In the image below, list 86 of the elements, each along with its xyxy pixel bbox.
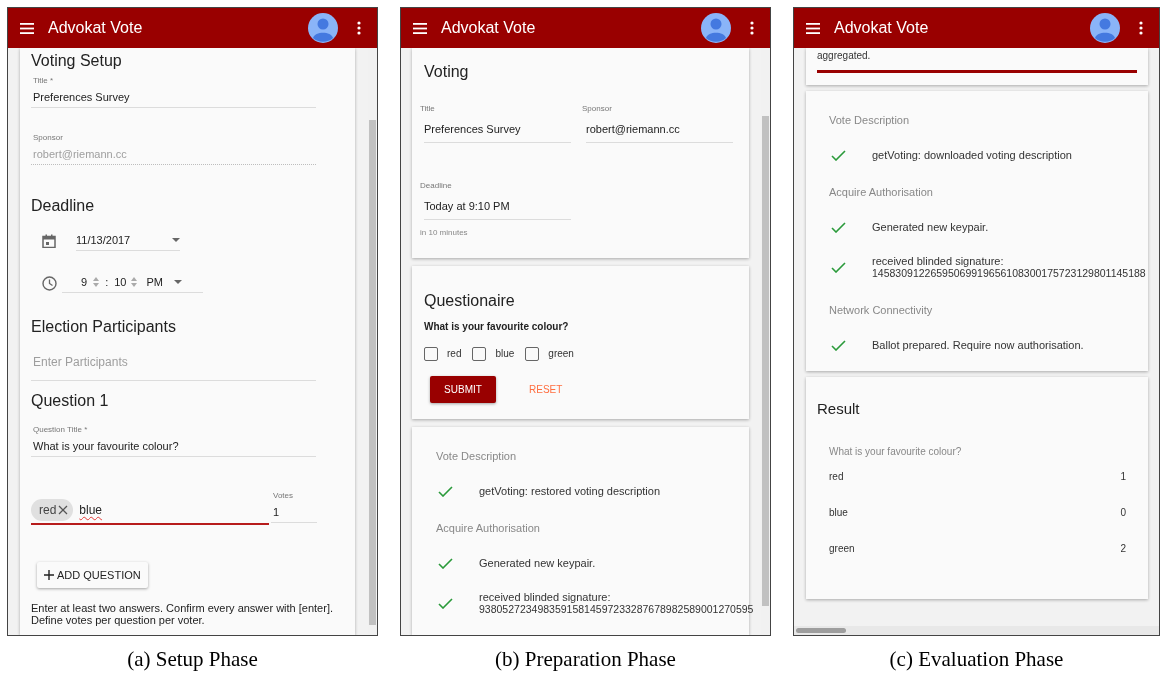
section-heading: Questionaire <box>424 291 516 311</box>
section-label: Acquire Authorisation <box>829 185 934 199</box>
answer-label: blue <box>829 506 848 519</box>
minute-field[interactable]: 10 <box>114 275 127 289</box>
answer-text: blue <box>79 502 103 519</box>
calendar-icon <box>42 234 56 248</box>
checkbox[interactable] <box>424 346 438 361</box>
vote-count: 0 <box>1120 506 1126 519</box>
section-label: Network Connectivity <box>829 303 934 317</box>
more-options-icon[interactable] <box>1139 21 1143 35</box>
figure-caption: (c) Evaluation Phase <box>889 646 1064 672</box>
more-options-icon[interactable] <box>750 21 754 35</box>
menu-icon[interactable] <box>806 22 820 34</box>
figure-caption: (b) Preparation Phase <box>495 646 676 672</box>
section-label: Acquire Authorisation <box>436 521 541 535</box>
date-value: 11/13/2017 <box>76 233 131 247</box>
menu-icon[interactable] <box>20 22 34 34</box>
text-field[interactable]: What is your favourite colour? <box>31 439 316 457</box>
vote-count: 1 <box>1120 470 1126 483</box>
answer-chip[interactable]: red <box>31 499 74 521</box>
submit-button[interactable]: SUBMIT <box>430 376 496 403</box>
close-icon[interactable] <box>58 505 69 515</box>
status-message: getVoting: downloaded voting description <box>872 149 1072 161</box>
section-heading: Deadline <box>31 196 96 216</box>
text-field: robert@riemann.cc <box>31 147 316 165</box>
section-heading: Voting <box>424 62 470 82</box>
signature-number: 93805272349835915814597233287678982589001270595 <box>479 603 754 615</box>
scrollbar-thumb[interactable] <box>762 116 769 606</box>
section-heading: Election Participants <box>31 317 177 337</box>
avatar-icon[interactable] <box>701 13 731 43</box>
section-heading: Question 1 <box>31 391 110 411</box>
text-field[interactable]: 1 <box>271 505 317 523</box>
menu-icon[interactable] <box>413 22 427 34</box>
avatar-icon[interactable] <box>1090 13 1120 43</box>
section-label: Vote Description <box>829 113 911 127</box>
status-message: received blinded signature: <box>479 591 612 603</box>
scrollbar-thumb[interactable] <box>796 628 846 633</box>
help-text: Enter at least two answers. Confirm every answer with [enter]. Define votes per question per voter. <box>31 602 334 626</box>
add-question-button[interactable]: ADD QUESTION <box>37 562 148 588</box>
question-text: What is your favourite colour? <box>829 445 963 458</box>
hour-field[interactable]: 9 <box>81 275 88 289</box>
date-picker[interactable]: 11/13/2017 <box>76 231 180 251</box>
field-label: Sponsor <box>582 104 613 114</box>
section-heading: Voting Setup <box>31 51 123 71</box>
hint-text: in 10 minutes <box>420 228 469 238</box>
time-separator: : <box>105 275 109 289</box>
scrollbar-thumb[interactable] <box>369 120 376 625</box>
status-message: aggregated. <box>817 49 872 62</box>
answers-input[interactable]: red blue <box>31 499 269 525</box>
clock-icon <box>42 275 57 291</box>
field-label: Sponsor <box>32 133 64 143</box>
status-message: Generated new keypair. <box>479 557 596 569</box>
section-label: Vote Description <box>436 449 518 463</box>
checkbox-label: red <box>447 347 462 361</box>
period-field[interactable]: PM <box>146 275 163 289</box>
status-message: Generated new keypair. <box>872 221 989 233</box>
text-field[interactable]: Preferences Survey <box>31 90 316 108</box>
caret-icon <box>172 238 180 242</box>
field-label: Title * <box>32 76 55 86</box>
figure-caption: (a) Setup Phase <box>127 646 258 672</box>
app-title: Advokat Vote <box>441 18 536 38</box>
vote-count: 2 <box>1120 542 1126 555</box>
checkbox-label: green <box>548 347 574 361</box>
plus-icon <box>44 570 54 580</box>
field-label: Deadline <box>420 181 453 191</box>
status-message: Ballot prepared. Require now authorisation. <box>872 339 1084 351</box>
status-message: received blinded signature: <box>872 255 1005 267</box>
signature-number: 14583091226595069919656108300175723129801145188 <box>872 267 1146 279</box>
question-text: What is your favourite colour? <box>424 320 570 333</box>
more-options-icon[interactable] <box>357 21 361 35</box>
scrollbar[interactable] <box>794 626 1159 635</box>
answer-label: red <box>829 470 844 483</box>
answer-label: green <box>829 542 855 555</box>
checkbox[interactable] <box>525 346 540 361</box>
checkbox-label: blue <box>495 347 515 361</box>
field-label: Votes <box>272 491 294 501</box>
field-label: Question Title * <box>32 425 89 435</box>
caret-icon[interactable] <box>173 280 182 284</box>
checkbox[interactable] <box>472 346 487 361</box>
participants-input[interactable]: Enter Participants <box>31 354 316 381</box>
field-label: Title <box>420 104 436 114</box>
section-heading: Result <box>817 399 861 419</box>
app-title: Advokat Vote <box>48 18 143 38</box>
avatar-icon[interactable] <box>308 13 338 43</box>
app-title: Advokat Vote <box>834 18 929 38</box>
status-message: getVoting: restored voting description <box>479 485 660 497</box>
